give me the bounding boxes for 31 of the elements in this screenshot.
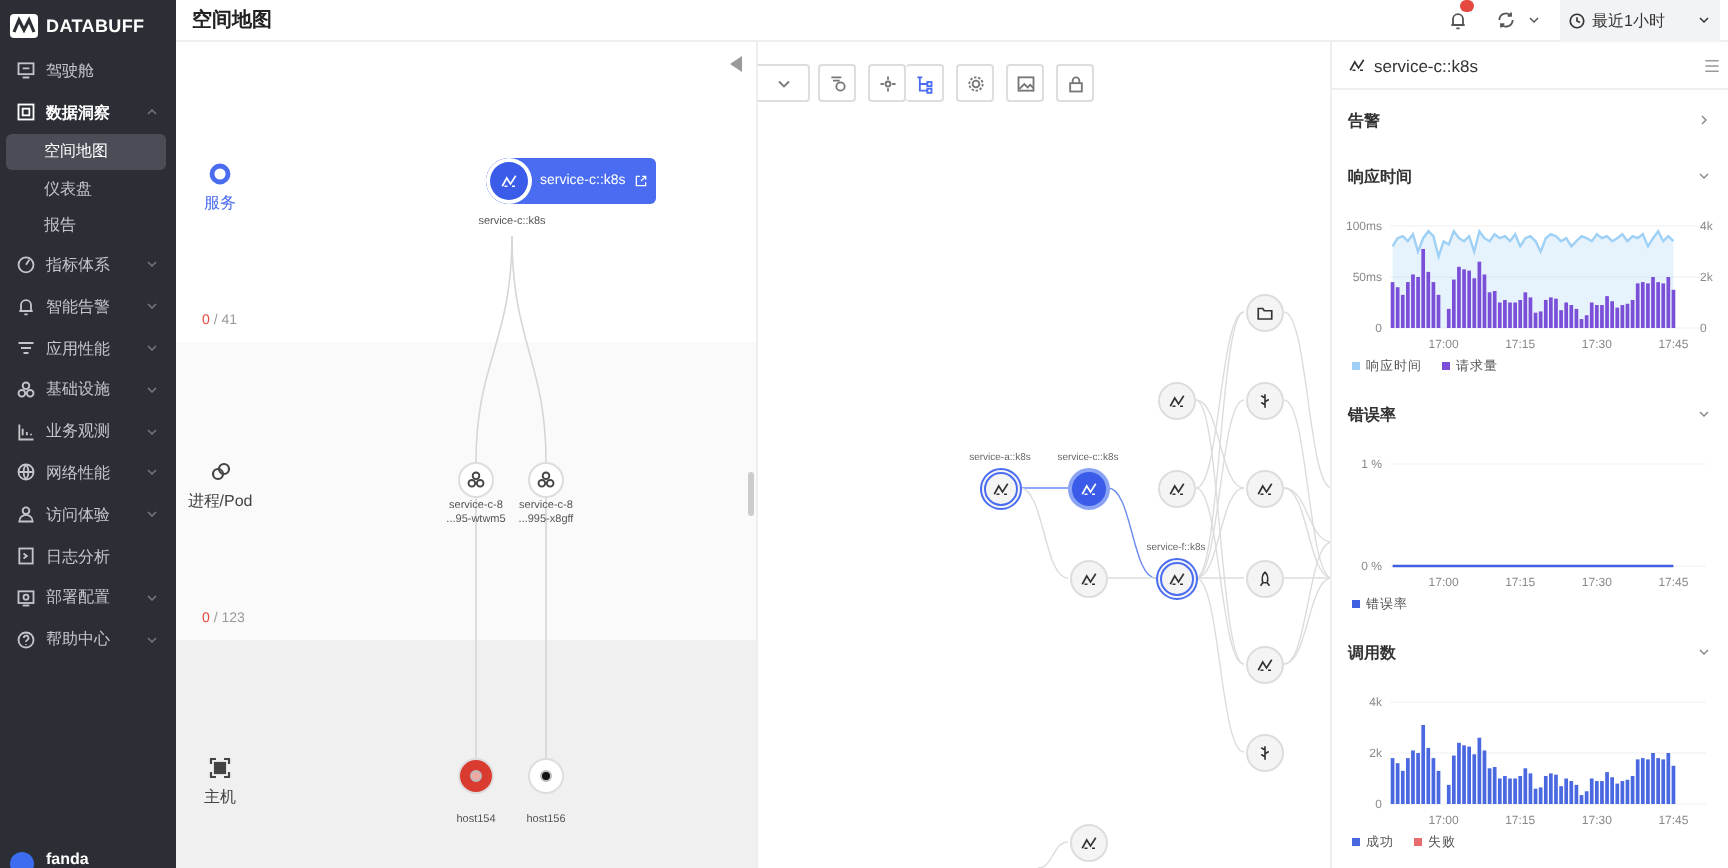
section-title: 响应时间 xyxy=(1348,165,1412,187)
sidebar-item[interactable]: 智能告警 xyxy=(0,285,176,328)
sidebar-item[interactable]: 访问体验 xyxy=(0,493,176,536)
section-title: 告警 xyxy=(1348,109,1380,131)
layer-label: 进程/Pod xyxy=(187,490,253,512)
sidebar-item[interactable]: 驾驶舱 xyxy=(0,50,176,92)
sidebar-subitem[interactable]: 空间地图 xyxy=(6,133,166,171)
sidebar-item[interactable]: 应用性能 xyxy=(0,327,176,369)
logo-text: DATABUFF xyxy=(46,15,145,35)
sidebar-item[interactable]: 帮助中心 xyxy=(0,618,176,661)
sidebar-item[interactable]: 业务观测 xyxy=(0,410,176,453)
layer-label: 主机 xyxy=(204,786,236,808)
page-title: 空间地图 xyxy=(190,7,272,34)
sidebar-item[interactable]: 网络性能 xyxy=(0,452,176,494)
sidebar-item[interactable]: 数据洞察 xyxy=(0,91,176,134)
section-title: 错误率 xyxy=(1348,403,1396,425)
layer-label: 服务 xyxy=(204,192,236,214)
sidebar-subitem[interactable]: 仪表盘 xyxy=(6,170,166,208)
sidebar-item[interactable]: 指标体系 xyxy=(0,244,176,286)
user-name: fanda xyxy=(46,849,89,867)
section-title: 调用数 xyxy=(1348,641,1396,663)
section-header[interactable]: 调用数 xyxy=(1332,626,1728,678)
service-title: service-c::k8s xyxy=(1374,55,1478,75)
time-range-picker[interactable]: 最近1小时 xyxy=(1560,0,1720,41)
sidebar-item[interactable]: 日志分析 xyxy=(0,535,176,577)
section-header[interactable]: 告警 xyxy=(1332,94,1728,146)
sidebar-item[interactable]: 部署配置 xyxy=(0,576,176,619)
section-header[interactable]: 错误率 xyxy=(1332,388,1728,440)
sidebar-item[interactable]: 基础设施 xyxy=(0,368,176,411)
section-header[interactable]: 响应时间 xyxy=(1332,150,1728,202)
sidebar-subitem[interactable]: 报告 xyxy=(6,207,166,245)
